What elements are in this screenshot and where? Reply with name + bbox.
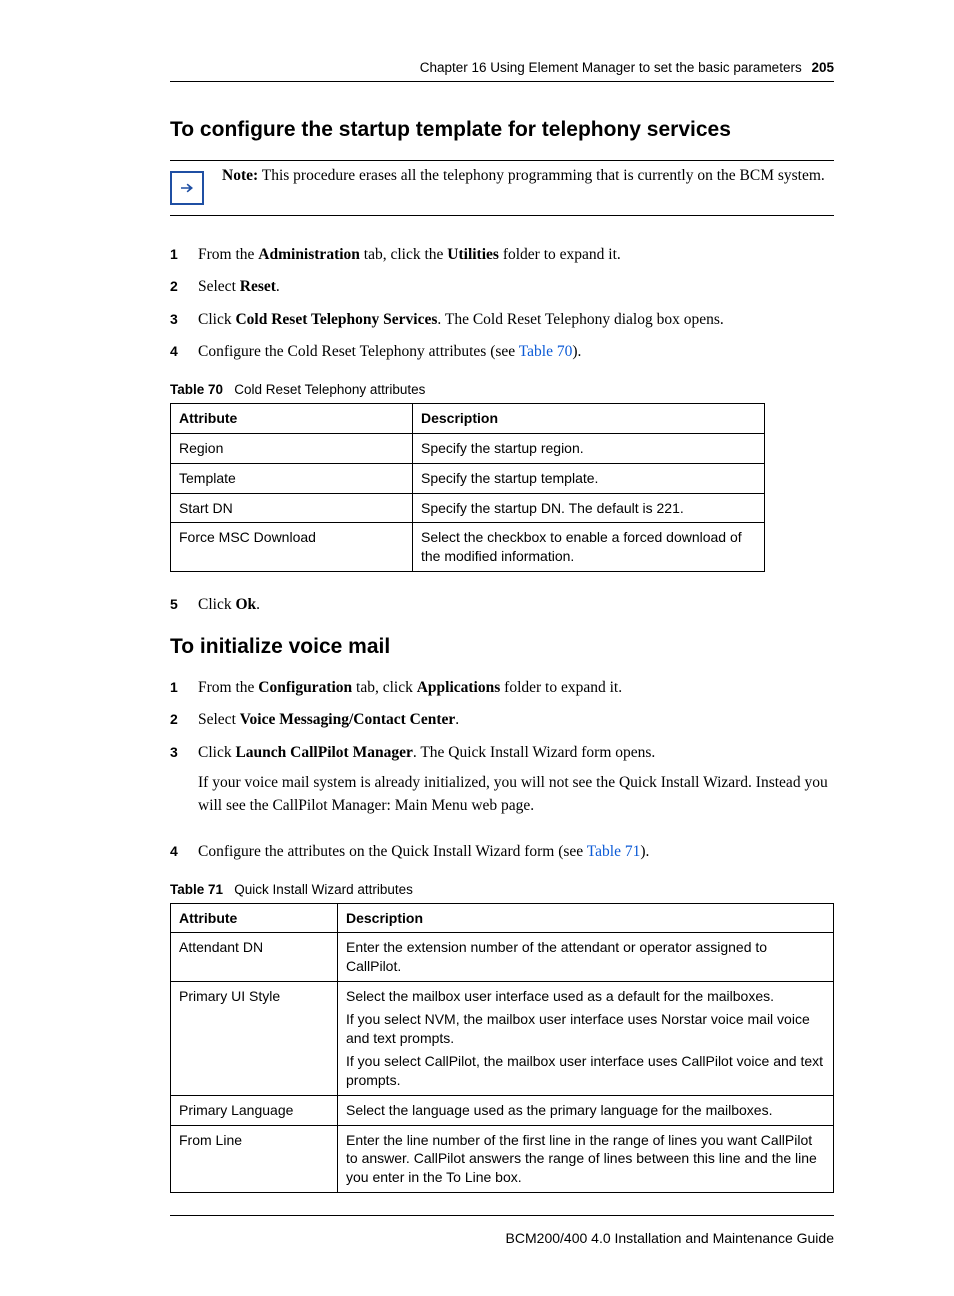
cell-primary-ui-style: Select the mailbox user interface used a…: [338, 982, 834, 1095]
step-text: Select Reset.: [198, 276, 834, 298]
step-number: 1: [170, 677, 198, 699]
step-1: 1 From the Configuration tab, click Appl…: [170, 677, 834, 699]
table-70-caption: Table 70 Cold Reset Telephony attributes: [170, 382, 834, 397]
note-callout: Note: This procedure erases all the tele…: [170, 160, 834, 216]
step-text: Select Voice Messaging/Contact Center.: [198, 709, 834, 731]
col-description: Description: [338, 903, 834, 933]
table-70: Attribute Description Region Specify the…: [170, 403, 765, 572]
step-5: 5 Click Ok.: [170, 594, 834, 616]
steps-list-1b: 5 Click Ok.: [170, 594, 834, 616]
table-row: Attendant DN Enter the extension number …: [171, 933, 834, 982]
table-row: Start DN Specify the startup DN. The def…: [171, 493, 765, 523]
table-header-row: Attribute Description: [171, 403, 765, 433]
step-3: 3 Click Launch CallPilot Manager. The Qu…: [170, 742, 834, 831]
steps-list-2: 1 From the Configuration tab, click Appl…: [170, 677, 834, 864]
section-heading-voicemail: To initialize voice mail: [170, 635, 834, 659]
step-number: 1: [170, 244, 198, 266]
table-row: Primary Language Select the language use…: [171, 1095, 834, 1125]
table-71-caption: Table 71 Quick Install Wizard attributes: [170, 882, 834, 897]
note-body: This procedure erases all the telephony …: [258, 167, 825, 184]
step-4: 4 Configure the Cold Reset Telephony att…: [170, 341, 834, 363]
step-number: 5: [170, 594, 198, 616]
document-page: Chapter 16 Using Element Manager to set …: [0, 0, 954, 1296]
table-header-row: Attribute Description: [171, 903, 834, 933]
step-text: Configure the Cold Reset Telephony attri…: [198, 341, 834, 363]
col-description: Description: [413, 403, 765, 433]
step-text: From the Administration tab, click the U…: [198, 244, 834, 266]
table-70-link[interactable]: Table 70: [519, 343, 573, 360]
table-row: Region Specify the startup region.: [171, 433, 765, 463]
step-3-body: If your voice mail system is already ini…: [198, 772, 834, 817]
step-number: 4: [170, 341, 198, 363]
page-number: 205: [811, 60, 834, 75]
col-attribute: Attribute: [171, 403, 413, 433]
step-number: 4: [170, 841, 198, 863]
step-2: 2 Select Voice Messaging/Contact Center.: [170, 709, 834, 731]
step-2: 2 Select Reset.: [170, 276, 834, 298]
step-3: 3 Click Cold Reset Telephony Services. T…: [170, 309, 834, 331]
table-row: Primary UI Style Select the mailbox user…: [171, 982, 834, 1095]
step-4: 4 Configure the attributes on the Quick …: [170, 841, 834, 863]
arrow-right-icon: [170, 171, 204, 205]
step-1: 1 From the Administration tab, click the…: [170, 244, 834, 266]
note-label: Note:: [222, 167, 258, 184]
steps-list-1: 1 From the Administration tab, click the…: [170, 244, 834, 364]
table-row: Template Specify the startup template.: [171, 463, 765, 493]
step-number: 2: [170, 709, 198, 731]
page-footer: BCM200/400 4.0 Installation and Maintena…: [170, 1215, 834, 1296]
step-number: 2: [170, 276, 198, 298]
step-number: 3: [170, 742, 198, 831]
page-header: Chapter 16 Using Element Manager to set …: [170, 60, 834, 82]
table-71-link[interactable]: Table 71: [587, 843, 641, 860]
table-71: Attribute Description Attendant DN Enter…: [170, 903, 834, 1194]
note-text: Note: This procedure erases all the tele…: [222, 167, 825, 185]
step-text: Click Ok.: [198, 594, 834, 616]
step-text: From the Configuration tab, click Applic…: [198, 677, 834, 699]
chapter-title: Chapter 16 Using Element Manager to set …: [420, 60, 802, 75]
table-row: Force MSC Download Select the checkbox t…: [171, 523, 765, 572]
step-text: Click Cold Reset Telephony Services. The…: [198, 309, 834, 331]
table-row: From Line Enter the line number of the f…: [171, 1125, 834, 1193]
section-heading-configure: To configure the startup template for te…: [170, 118, 834, 142]
col-attribute: Attribute: [171, 903, 338, 933]
step-text: Configure the attributes on the Quick In…: [198, 841, 834, 863]
step-number: 3: [170, 309, 198, 331]
step-text: Click Launch CallPilot Manager. The Quic…: [198, 742, 834, 831]
